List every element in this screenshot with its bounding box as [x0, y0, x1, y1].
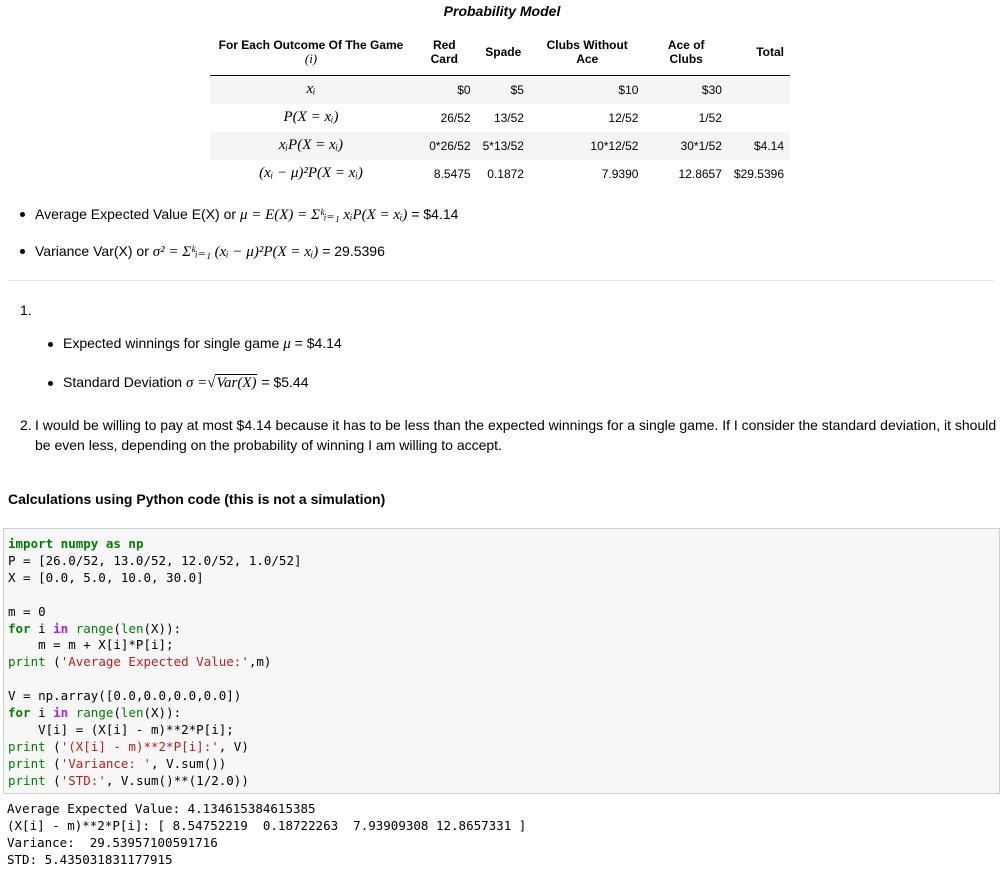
row-label: (xᵢ − μ)²P(X = xᵢ) [259, 165, 363, 181]
header-spade: Spade [485, 45, 522, 60]
code-block: import numpy as np P = [26.0/52, 13.0/52… [8, 536, 302, 788]
output-line: STD: 5.435031831177915 [7, 851, 173, 867]
table-cell: 26/52 [440, 110, 471, 125]
model-title: Probability Model [443, 3, 561, 19]
header-red-card: Red Card [430, 38, 458, 67]
table-cell: $4.14 [753, 138, 784, 153]
table-cell: 8.5475 [433, 166, 471, 181]
item-2-number: 2. [20, 417, 32, 433]
section-divider [8, 280, 994, 281]
table-cell: $0 [457, 82, 471, 97]
table-cell: $30 [701, 82, 722, 97]
table-cell: 5*13/52 [482, 138, 524, 153]
table-cell: 12.8657 [678, 166, 722, 181]
item-2-line-1: I would be willing to pay at most $4.14 … [35, 417, 997, 433]
table-header-row: For Each Outcome Of The Game (i) Red Car… [210, 30, 790, 75]
header-outcome-label: For Each Outcome Of The Game [218, 38, 404, 53]
variance-summary: Variance Var(X) or σ² = Σᵏᵢ₌₁ (xᵢ − μ)²P… [20, 242, 385, 261]
output-line: Average Expected Value: 4.13461538461538… [7, 801, 316, 816]
standard-deviation-value: = $5.44 [261, 374, 309, 390]
variance-formula: σ² = Σᵏᵢ₌₁ (xᵢ − μ)²P(X = xᵢ) [152, 244, 319, 260]
table-cell: $29.5396 [733, 166, 784, 181]
expected-value-result: = $4.14 [411, 206, 459, 222]
item-2-line-2: be even less, depending on the probabili… [35, 437, 502, 453]
output-line: Variance: 29.53957100591716 [7, 834, 218, 850]
probability-table: For Each Outcome Of The Game (i) Red Car… [210, 30, 790, 188]
table-cell: $10 [618, 82, 639, 97]
sd-formula-lhs: σ = [185, 375, 208, 391]
code-output: Average Expected Value: 4.13461538461538… [7, 801, 526, 869]
code-cell[interactable]: import numpy as np P = [26.0/52, 13.0/52… [3, 528, 1000, 794]
expected-winnings-label: Expected winnings for single game [63, 335, 280, 351]
standard-deviation-label: Standard Deviation [63, 374, 183, 390]
table-row: (xᵢ − μ)²P(X = xᵢ) 8.5475 0.1872 7.9390 … [210, 160, 790, 188]
header-outcome: For Each Outcome Of The Game (i) [210, 30, 412, 75]
table-cell: $5 [510, 82, 524, 97]
item-2-answer: I would be willing to pay at most $4.14 … [35, 415, 1000, 455]
expected-value-label: Average Expected Value E(X) or [35, 206, 237, 222]
table-cell: 13/52 [493, 110, 524, 125]
table-cell: 10*12/52 [590, 138, 639, 153]
table-cell: 12/52 [608, 110, 639, 125]
sd-formula-radicand: Var(X) [215, 374, 258, 391]
table-cell [728, 104, 790, 132]
variance-result: = 29.5396 [322, 243, 385, 259]
header-total: Total [756, 45, 784, 60]
table-row: xᵢ $0 $5 $10 $30 [210, 75, 790, 104]
expected-value-formula: μ = E(X) = Σᵏᵢ₌₁ xᵢP(X = xᵢ) [239, 207, 408, 223]
table-cell: 7.9390 [601, 166, 639, 181]
table-cell [728, 75, 790, 104]
variance-label: Variance Var(X) or [35, 243, 149, 259]
table-cell: 0.1872 [487, 166, 524, 181]
header-ace-of-clubs: Ace of Clubs [667, 38, 705, 67]
output-line: (X[i] - m)**2*P[i]: [ 8.54752219 0.18722… [7, 817, 527, 833]
table-row: P(X = xᵢ) 26/52 13/52 12/52 1/52 [210, 104, 790, 132]
expected-value-summary: Average Expected Value E(X) or μ = E(X) … [19, 205, 459, 224]
calculations-heading: Calculations using Python code (this is … [8, 491, 386, 507]
table-cell: 0*26/52 [429, 138, 471, 153]
row-label: xᵢ [306, 81, 316, 97]
mu-symbol: μ [283, 336, 291, 352]
header-clubs-without-ace: Clubs Without Ace [546, 38, 628, 67]
table-row: xᵢP(X = xᵢ) 0*26/52 5*13/52 10*12/52 30*… [210, 131, 790, 160]
expected-winnings-value: = $4.14 [294, 335, 342, 351]
table-cell: 1/52 [698, 110, 722, 125]
header-outcome-index: (i) [304, 51, 318, 67]
item-1-number: 1. [20, 302, 32, 318]
expected-winnings-line: Expected winnings for single game μ = $4… [48, 335, 342, 353]
row-label: P(X = xᵢ) [283, 109, 339, 125]
row-label: xᵢP(X = xᵢ) [279, 137, 343, 153]
standard-deviation-line: Standard Deviation σ =√Var(X) = $5.44 [47, 374, 309, 392]
table-cell: 30*1/52 [680, 138, 722, 153]
